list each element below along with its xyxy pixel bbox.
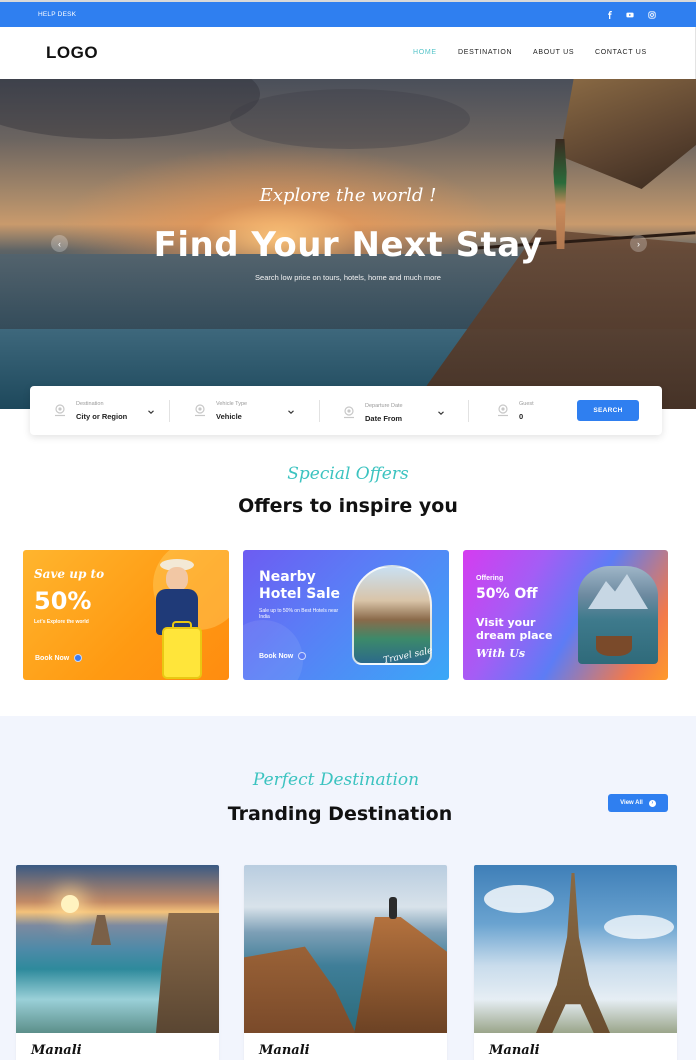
hero-title: Find Your Next Stay (153, 225, 543, 265)
offer-card-1-line3: Let's Explore the world (34, 619, 89, 625)
offer-card-1-line1: Save up to (34, 567, 105, 581)
traveler-woman-illustration (146, 555, 206, 680)
location-pin-icon (496, 403, 510, 417)
offer-card-50-off[interactable]: Offering 50% Off Visit your dream place … (463, 550, 668, 680)
hero-script-heading: Explore the world ! (259, 185, 437, 206)
offer-card-save-50[interactable]: Save up to 50% Let's Explore the world B… (23, 550, 229, 680)
destination-name: Manali (259, 1043, 310, 1058)
help-desk-link[interactable]: HELP DESK (38, 11, 76, 18)
search-divider (468, 400, 469, 422)
book-now-label: Book Now (259, 652, 294, 660)
hero-subtitle: Search low price on tours, hotels, home … (255, 273, 441, 282)
departure-date-value: Date From (365, 414, 403, 423)
destination-name: Manali (31, 1043, 82, 1058)
guest-value: 0 (519, 412, 524, 421)
offer-card-3-line1: Offering (476, 575, 504, 582)
departure-date-field[interactable]: Departure Date Date From (339, 386, 469, 435)
view-all-label: View All (620, 800, 643, 806)
offer-card-2-line2: Hotel Sale (259, 586, 341, 602)
view-all-button[interactable]: View All › (608, 794, 668, 812)
destination-label: Destination (76, 401, 104, 407)
offers-heading: Offers to inspire you (238, 495, 458, 517)
chevron-down-icon (438, 411, 444, 415)
search-divider (169, 400, 170, 422)
offer-card-2-book-now[interactable]: Book Now (259, 652, 307, 660)
offer-card-hotel-sale[interactable]: Nearby Hotel Sale Sale up to 50% on Best… (243, 550, 449, 680)
chevron-down-icon (148, 410, 154, 414)
book-now-label: Book Now (35, 654, 70, 662)
chevron-down-icon (288, 410, 294, 414)
hero-cloud (230, 89, 470, 149)
location-pin-icon (342, 405, 356, 419)
destination-card[interactable]: Manali (474, 865, 677, 1060)
hero-hut-roof (560, 79, 696, 189)
guest-field[interactable]: Guest 0 (494, 386, 574, 435)
offer-card-2-line3: Sale up to 50% on Best Hotels near India (259, 608, 339, 620)
arrow-circle-icon (298, 652, 307, 660)
search-button[interactable]: SEARCH (577, 400, 639, 421)
destination-value: City or Region (76, 412, 128, 421)
offer-card-1-line2: 50% (34, 587, 92, 615)
destination-card[interactable]: Manali (244, 865, 447, 1060)
search-divider (319, 400, 320, 422)
offer-card-2-line1: Nearby (259, 569, 316, 585)
destination-kicker: Perfect Destination (252, 770, 420, 790)
instagram-icon[interactable] (646, 9, 658, 21)
hero-banner: ‹ › Explore the world ! Find Your Next S… (0, 79, 696, 409)
location-pin-icon (53, 403, 67, 417)
facebook-icon[interactable] (604, 9, 616, 21)
eiffel-tower-image (474, 865, 677, 1033)
card-decor (243, 620, 303, 680)
offer-card-3-line4: With Us (476, 647, 526, 660)
top-bar: HELP DESK (0, 0, 696, 27)
destination-name: Manali (489, 1043, 540, 1058)
vehicle-type-label: Vehicle Type (216, 401, 248, 407)
nav-link-destination[interactable]: DESTINATION (458, 49, 512, 56)
offers-kicker: Special Offers (287, 464, 409, 484)
main-nav: LOGO HOME DESTINATION ABOUT US CONTACT U… (0, 27, 696, 79)
destination-card[interactable]: Manali (16, 865, 219, 1060)
arrow-circle-icon (74, 654, 83, 662)
nav-link-about-us[interactable]: ABOUT US (533, 49, 574, 56)
guest-label: Guest (519, 401, 534, 407)
vehicle-type-field[interactable]: Vehicle Type Vehicle (190, 386, 320, 435)
youtube-icon[interactable] (624, 9, 636, 21)
coastal-cliffs-image (16, 865, 219, 1033)
arrow-right-icon: › (648, 799, 656, 807)
hero-cloud (0, 79, 260, 139)
location-pin-icon (193, 403, 207, 417)
lake-boat-image (578, 566, 658, 664)
offer-card-3-line3: Visit your dream place (476, 616, 553, 642)
logo[interactable]: LOGO (46, 43, 98, 63)
nav-link-contact-us[interactable]: CONTACT US (595, 49, 647, 56)
search-bar: Destination City or Region Vehicle Type … (30, 386, 662, 435)
cliff-hiker-image (244, 865, 447, 1033)
destination-heading: Tranding Destination (227, 803, 453, 825)
page: HELP DESK LOGO HOME DESTINATION ABOUT US… (0, 0, 696, 1060)
vehicle-type-value: Vehicle (216, 412, 242, 421)
destination-field[interactable]: Destination City or Region (50, 386, 180, 435)
departure-date-label: Departure Date (365, 403, 403, 409)
offer-card-1-book-now[interactable]: Book Now (35, 654, 83, 662)
offer-card-3-line2: 50% Off (476, 586, 538, 602)
nav-link-home[interactable]: HOME (413, 49, 437, 56)
